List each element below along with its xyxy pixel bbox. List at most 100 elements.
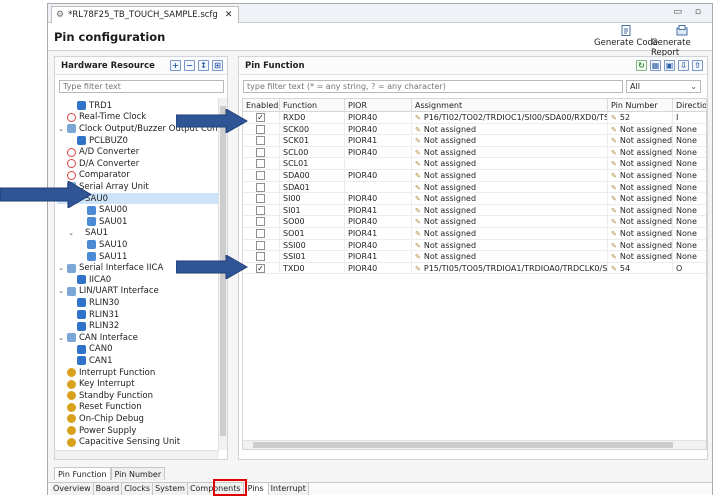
enabled-checkbox[interactable]: ✓ [256,113,265,122]
expand-all-icon[interactable]: + [170,60,181,71]
edit-pencil-icon[interactable]: ✎ [415,149,421,157]
enabled-cell[interactable] [243,135,280,147]
enabled-cell[interactable] [243,146,280,159]
table-row[interactable]: SSI01 PIOR41 ✎ Not assigned ✎ Not assigned Non… [243,251,706,263]
tree-item-sau1[interactable]: ›⌄SAU1 [57,228,108,240]
edit-pencil-icon[interactable]: ✎ [415,172,421,180]
tree-horizontal-scrollbar[interactable] [55,450,219,459]
table-row[interactable]: SSI00 PIOR40 ✎ Not assigned ✎ Not assigned Non… [243,239,706,252]
enabled-checkbox[interactable] [256,147,265,157]
page-tab-board[interactable]: Board [93,483,123,495]
chevron-down-icon[interactable]: ⌄ [57,334,65,342]
table-row[interactable]: SI01 PIOR41 ✎ Not assigned ✎ Not assigned None [243,204,706,217]
enabled-cell[interactable] [243,170,280,182]
enabled-cell[interactable] [243,158,280,170]
edit-pencil-icon[interactable]: ✎ [415,265,421,273]
edit-pencil-icon[interactable]: ✎ [611,137,617,145]
page-tab-system[interactable]: System [153,483,188,495]
edit-pencil-icon[interactable]: ✎ [415,253,421,261]
edit-pencil-icon[interactable]: ✎ [611,253,617,261]
edit-pencil-icon[interactable]: ✎ [415,242,421,250]
editor-tab[interactable]: ⚙ *RL78F25_TB_TOUCH_SAMPLE.scfg ✕ [51,6,240,23]
tree-item-trd1[interactable]: ››TRD1 [57,100,112,112]
edit-pencil-icon[interactable]: ✎ [415,160,421,168]
edit-pencil-icon[interactable]: ✎ [415,137,421,145]
column-header[interactable]: Enabled [243,99,280,112]
grid-icon[interactable]: ▦ [650,60,661,71]
table-row[interactable]: SO01 PIOR41 ✎ Not assigned ✎ Not assigned None [243,228,706,240]
import-icon[interactable]: ⇩ [678,60,689,71]
tree-item-can0[interactable]: ››CAN0 [57,344,113,356]
table-row[interactable]: SCL00 PIOR40 ✎ Not assigned ✎ Not assigned Non… [243,146,706,159]
enabled-checkbox[interactable] [256,124,265,134]
edit-pencil-icon[interactable]: ✎ [611,265,617,273]
column-header[interactable]: Pin Number [608,99,673,112]
enabled-cell[interactable]: ✓ [243,262,280,275]
tree-item-da-converter[interactable]: ›D/A Converter [57,158,139,170]
tab-pin-number[interactable]: Pin Number [110,467,166,480]
save-icon[interactable]: ▣ [664,60,675,71]
enabled-cell[interactable]: ✓ [243,112,280,124]
enabled-checkbox[interactable] [256,194,265,204]
tree-item-real-time-clock[interactable]: ›Real-Time Clock [57,112,146,124]
tree-item-ad-converter[interactable]: ›A/D Converter [57,146,139,158]
tree-item-sau11[interactable]: ›››SAU11 [57,251,127,263]
filter-scope-select[interactable]: All ⌄ [626,80,701,93]
table-row[interactable]: SCK01 PIOR41 ✎ Not assigned ✎ Not assigned Non… [243,135,706,147]
edit-pencil-icon[interactable]: ✎ [611,160,617,168]
tree-item-iica0[interactable]: ››IICA0 [57,274,111,286]
enabled-checkbox[interactable] [256,252,265,262]
edit-pencil-icon[interactable]: ✎ [415,114,421,122]
tree-item-can1[interactable]: ››CAN1 [57,355,113,367]
edit-pencil-icon[interactable]: ✎ [611,207,617,215]
collapse-all-icon[interactable]: − [184,60,195,71]
enabled-cell[interactable] [243,181,280,194]
page-tab-components[interactable]: Components [187,483,244,495]
column-header[interactable]: PIOR [345,99,412,112]
column-header[interactable]: Function [280,99,345,112]
tree-item-standby-function[interactable]: ›Standby Function [57,390,153,402]
tab-pin-function[interactable]: Pin Function [54,467,111,480]
pin-filter-input[interactable] [243,80,623,93]
enabled-checkbox[interactable] [256,217,265,227]
enabled-cell[interactable] [243,204,280,217]
table-row[interactable]: SCK00 PIOR40 ✎ Not assigned ✎ Not assigned Non… [243,123,706,136]
column-header[interactable]: Direction [673,99,706,112]
edit-pencil-icon[interactable]: ✎ [611,230,617,238]
enabled-cell[interactable] [243,239,280,252]
enabled-cell[interactable] [243,251,280,263]
edit-pencil-icon[interactable]: ✎ [611,172,617,180]
enabled-checkbox[interactable] [256,136,265,146]
tree-item-reset-function[interactable]: ›Reset Function [57,402,142,414]
column-header[interactable]: Assignment [412,99,608,112]
close-icon[interactable]: ✕ [225,10,233,20]
edit-pencil-icon[interactable]: ✎ [611,184,617,192]
tree-item-serial-interface-iica[interactable]: ⌄ Serial Interface IICA [57,262,163,274]
edit-pencil-icon[interactable]: ✎ [415,184,421,192]
edit-pencil-icon[interactable]: ✎ [415,230,421,238]
edit-pencil-icon[interactable]: ✎ [611,218,617,226]
tree-item-sau10[interactable]: ›››SAU10 [57,239,127,251]
edit-pencil-icon[interactable]: ✎ [611,149,617,157]
page-tab-interrupt[interactable]: Interrupt [268,483,309,495]
hierarchy-icon[interactable]: ⊞ [212,60,223,71]
chevron-down-icon[interactable]: ⌄ [57,125,65,133]
enabled-cell[interactable] [243,123,280,136]
edit-pencil-icon[interactable]: ✎ [415,195,421,203]
enabled-checkbox[interactable] [256,171,265,180]
table-row[interactable]: SCL01 ✎ Not assigned ✎ Not assigned None [243,158,706,170]
enabled-cell[interactable] [243,216,280,228]
chevron-down-icon[interactable]: ⌄ [57,264,65,272]
edit-pencil-icon[interactable]: ✎ [611,126,617,134]
refresh-icon[interactable]: ↻ [636,60,647,71]
page-tab-overview[interactable]: Overview [51,483,94,495]
edit-pencil-icon[interactable]: ✎ [415,207,421,215]
tree-item-on-chip-debug[interactable]: ›On-Chip Debug [57,413,144,425]
edit-pencil-icon[interactable]: ✎ [611,242,617,250]
window-controls[interactable]: ▭ ▫ [674,7,706,17]
page-tab-clocks[interactable]: Clocks [122,483,154,495]
tree-item-lin-uart[interactable]: ⌄ LIN/UART Interface [57,286,159,298]
tree-item-capacitive-sensing-unit[interactable]: ›Capacitive Sensing Unit [57,436,180,448]
table-row[interactable]: SO00 PIOR40 ✎ Not assigned ✎ Not assigned None [243,216,706,228]
enabled-checkbox[interactable] [256,205,265,215]
